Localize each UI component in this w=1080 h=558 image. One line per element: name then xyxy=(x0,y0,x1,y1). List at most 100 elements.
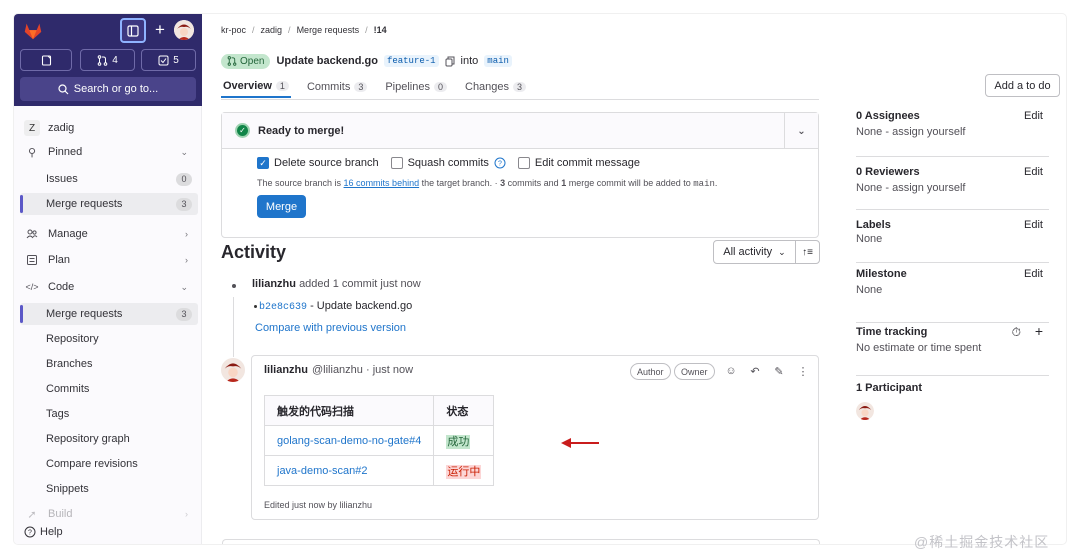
labels-edit-button[interactable]: Edit xyxy=(1024,219,1043,231)
breadcrumb-item[interactable]: Merge requests xyxy=(297,25,360,35)
edit-pencil-icon[interactable]: ✎ xyxy=(772,364,786,378)
sidebar-item-merge-requests-pinned[interactable]: Merge requests 3 xyxy=(20,193,198,215)
scan-link[interactable]: java-demo-scan#2 xyxy=(277,465,368,477)
chevron-down-icon[interactable]: ⌄ xyxy=(784,113,818,149)
sidebar-item-issues[interactable]: Issues 0 xyxy=(20,168,198,190)
sidebar-item-manage[interactable]: Manage › xyxy=(20,223,198,245)
add-todo-button[interactable]: Add a to do xyxy=(985,74,1060,97)
edit-commit-message-option[interactable]: Edit commit message xyxy=(517,157,641,169)
sidebar-toggle-button[interactable] xyxy=(120,18,146,43)
squash-option[interactable]: Squash commits ? xyxy=(390,157,506,169)
breadcrumb-current[interactable]: !14 xyxy=(374,25,387,35)
sidebar-item-label: Repository graph xyxy=(46,433,130,445)
sidebar-item-repository[interactable]: Repository xyxy=(20,328,198,350)
create-new-plus-icon[interactable]: + xyxy=(151,19,169,41)
gitlab-logo-icon[interactable] xyxy=(22,20,44,42)
section-title: Time tracking xyxy=(856,326,928,338)
system-note: lilianzhu added 1 commit just now xyxy=(252,278,421,290)
activity-heading: Activity xyxy=(221,242,287,262)
sort-direction-button[interactable]: ↑≡ xyxy=(795,240,820,264)
tab-count: 1 xyxy=(275,81,289,91)
tab-count: 3 xyxy=(513,82,527,92)
commit-sha-link[interactable]: b2e8c639 xyxy=(259,302,307,313)
sidebar-item-repository-graph[interactable]: Repository graph xyxy=(20,428,198,450)
squash-checkbox[interactable] xyxy=(390,157,403,169)
more-actions-icon[interactable]: ⋮ xyxy=(796,364,810,378)
chevron-down-icon: ⌄ xyxy=(180,281,188,292)
sidebar-item-build[interactable]: ➚ Build › xyxy=(20,503,198,525)
tab-changes[interactable]: Changes 3 xyxy=(463,76,528,98)
sidebar-item-merge-requests[interactable]: Merge requests 3 xyxy=(20,303,198,325)
assignees-edit-button[interactable]: Edit xyxy=(1024,110,1043,122)
chevron-down-icon: ⌄ xyxy=(180,146,188,157)
left-sidebar: + 4 5 Search or go to... Z zadig ⚲ Pinne… xyxy=(14,14,202,544)
user-avatar[interactable] xyxy=(174,20,194,40)
todo-counter-button[interactable]: 5 xyxy=(141,49,196,71)
commits-behind-link[interactable]: 16 commits behind xyxy=(344,178,420,188)
sidebar-item-compare-revisions[interactable]: Compare revisions xyxy=(20,453,198,475)
help-icon[interactable]: ? xyxy=(494,157,506,169)
breadcrumb-item[interactable]: kr-poc xyxy=(221,25,246,35)
emoji-icon[interactable]: ☺ xyxy=(724,364,738,378)
participant-avatar[interactable] xyxy=(856,402,874,420)
source-branch[interactable]: feature-1 xyxy=(383,55,439,67)
compare-version-link[interactable]: Compare with previous version xyxy=(255,322,406,334)
assignees-section: 0 Assignees Edit None - assign yourself xyxy=(856,110,1049,157)
sidebar-item-snippets[interactable]: Snippets xyxy=(20,478,198,500)
reply-icon[interactable]: ↶ xyxy=(748,364,762,378)
tab-label: Overview xyxy=(223,80,272,92)
note-meta: @lilianzhu · just now xyxy=(312,364,414,376)
mr-counter-button[interactable]: 4 xyxy=(80,49,135,71)
sidebar-item-tags[interactable]: Tags xyxy=(20,403,198,425)
add-plus-icon[interactable]: + xyxy=(1035,323,1043,339)
note-author[interactable]: lilianzhu xyxy=(264,364,308,376)
edit-commit-checkbox[interactable] xyxy=(517,157,530,169)
target-branch[interactable]: main xyxy=(484,55,512,67)
sidebar-item-label: Build xyxy=(48,508,73,520)
commit-item: b2e8c639 - Update backend.go xyxy=(254,300,412,313)
option-label: Squash commits xyxy=(407,157,489,169)
stopwatch-icon[interactable]: ⏱ xyxy=(1012,325,1021,340)
event-user[interactable]: lilianzhu xyxy=(252,278,296,290)
sidebar-item-label: Plan xyxy=(48,254,71,266)
table-row: golang-scan-demo-no-gate#4 成功 xyxy=(263,425,495,456)
scan-link[interactable]: golang-scan-demo-no-gate#4 xyxy=(277,435,421,447)
sidebar-item-label: Commits xyxy=(46,383,90,395)
sidebar-item-label: Snippets xyxy=(46,483,89,495)
tab-commits[interactable]: Commits 3 xyxy=(305,76,369,98)
breadcrumb: kr-poc / zadig / Merge requests / !14 xyxy=(221,25,387,35)
merge-button[interactable]: Merge xyxy=(257,195,306,218)
svg-text:?: ? xyxy=(28,530,32,537)
option-label: Edit commit message xyxy=(534,157,641,169)
delete-source-checkbox[interactable]: ✓ xyxy=(257,157,269,169)
sidebar-item-commits[interactable]: Commits xyxy=(20,378,198,400)
avatar[interactable] xyxy=(221,358,245,382)
sidebar-item-pinned[interactable]: ⚲ Pinned ⌄ xyxy=(20,141,198,163)
copy-icon[interactable] xyxy=(445,56,455,67)
info-branch: main xyxy=(693,179,715,189)
sidebar-item-branches[interactable]: Branches xyxy=(20,353,198,375)
search-button[interactable]: Search or go to... xyxy=(20,77,196,101)
table-header: 状态 xyxy=(433,395,495,426)
milestone-edit-button[interactable]: Edit xyxy=(1024,268,1043,280)
issues-counter-button[interactable] xyxy=(20,49,72,71)
activity-filter-dropdown[interactable]: All activity ⌄ xyxy=(713,240,796,264)
sidebar-item-plan[interactable]: Plan › xyxy=(20,249,198,271)
table-cell: 运行中 xyxy=(433,455,495,486)
sidebar-project[interactable]: Z zadig xyxy=(20,117,198,139)
sidebar-item-label: Pinned xyxy=(48,146,83,158)
rocket-icon: ➚ xyxy=(27,508,37,521)
tab-pipelines[interactable]: Pipelines 0 xyxy=(383,76,449,98)
merge-status-header: ✓ Ready to merge! ⌄ xyxy=(222,113,818,149)
help-button[interactable]: ? Help xyxy=(24,526,63,538)
tab-label: Changes xyxy=(465,81,510,93)
tab-overview[interactable]: Overview 1 xyxy=(221,76,291,98)
section-value[interactable]: None - assign yourself xyxy=(856,182,965,194)
tab-label: Pipelines xyxy=(385,81,430,93)
breadcrumb-item[interactable]: zadig xyxy=(261,25,283,35)
reviewers-section: 0 Reviewers Edit None - assign yourself xyxy=(856,166,1049,210)
section-value[interactable]: None - assign yourself xyxy=(856,126,965,138)
delete-source-option[interactable]: ✓ Delete source branch xyxy=(257,157,379,169)
sidebar-item-code[interactable]: </> Code ⌄ xyxy=(20,276,198,298)
reviewers-edit-button[interactable]: Edit xyxy=(1024,166,1043,178)
